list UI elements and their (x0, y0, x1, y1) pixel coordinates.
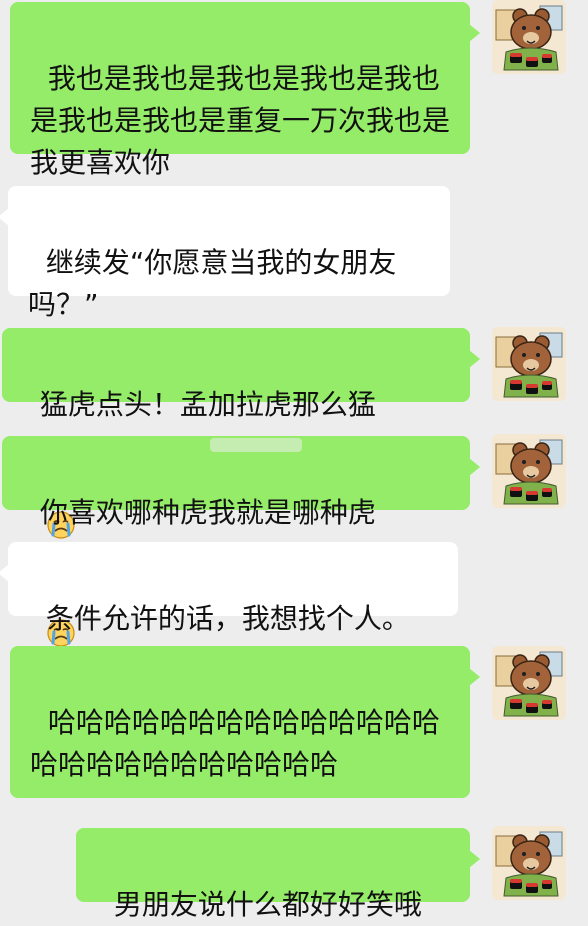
message-text: 哈哈哈哈哈哈哈哈哈哈哈哈哈哈哈哈哈哈哈哈哈哈哈哈哈 (30, 706, 440, 781)
avatar[interactable] (492, 327, 566, 401)
brown-bear-avatar-icon (492, 826, 566, 900)
message-text: 猛虎点头！孟加拉虎那么猛 (39, 388, 376, 421)
message-text: 条件允许的话，我想找个人。 (45, 602, 410, 635)
brown-bear-avatar-icon (492, 434, 566, 508)
avatar[interactable] (492, 826, 566, 900)
avatar[interactable] (492, 434, 566, 508)
message-bubble-sent[interactable]: 男朋友说什么都好好笑哦 (76, 828, 480, 921)
message-text: 我也是我也是我也是我也是我也是我也是我也是重复一万次我也是我更喜欢你 (30, 62, 451, 179)
brown-bear-avatar-icon (492, 0, 566, 74)
message-bubble-received[interactable]: 条件允许的话，我想找个人。 (0, 542, 458, 635)
message-bubble-received[interactable]: 继续发“你愿意当我的女朋友吗？” (0, 186, 450, 321)
brown-bear-avatar-icon (492, 646, 566, 720)
avatar[interactable] (492, 646, 566, 720)
message-bubble-sent[interactable]: 哈哈哈哈哈哈哈哈哈哈哈哈哈哈哈哈哈哈哈哈哈哈哈哈哈 (10, 646, 480, 798)
message-bubble-sent[interactable]: 我也是我也是我也是我也是我也是我也是我也是重复一万次我也是我更喜欢你 (10, 2, 480, 179)
avatar[interactable] (492, 0, 566, 74)
message-text: 男朋友说什么都好好笑哦 (113, 888, 422, 921)
message-text: 继续发“你愿意当我的女朋友吗？” (28, 246, 397, 321)
message-bubble-sent[interactable]: 猛虎点头！孟加拉虎那么猛 (2, 328, 480, 539)
message-bubble-sent[interactable]: 你喜欢哪种虎我就是哪种虎 (2, 436, 480, 647)
brown-bear-avatar-icon (492, 327, 566, 401)
message-text: 你喜欢哪种虎我就是哪种虎 (39, 496, 376, 529)
